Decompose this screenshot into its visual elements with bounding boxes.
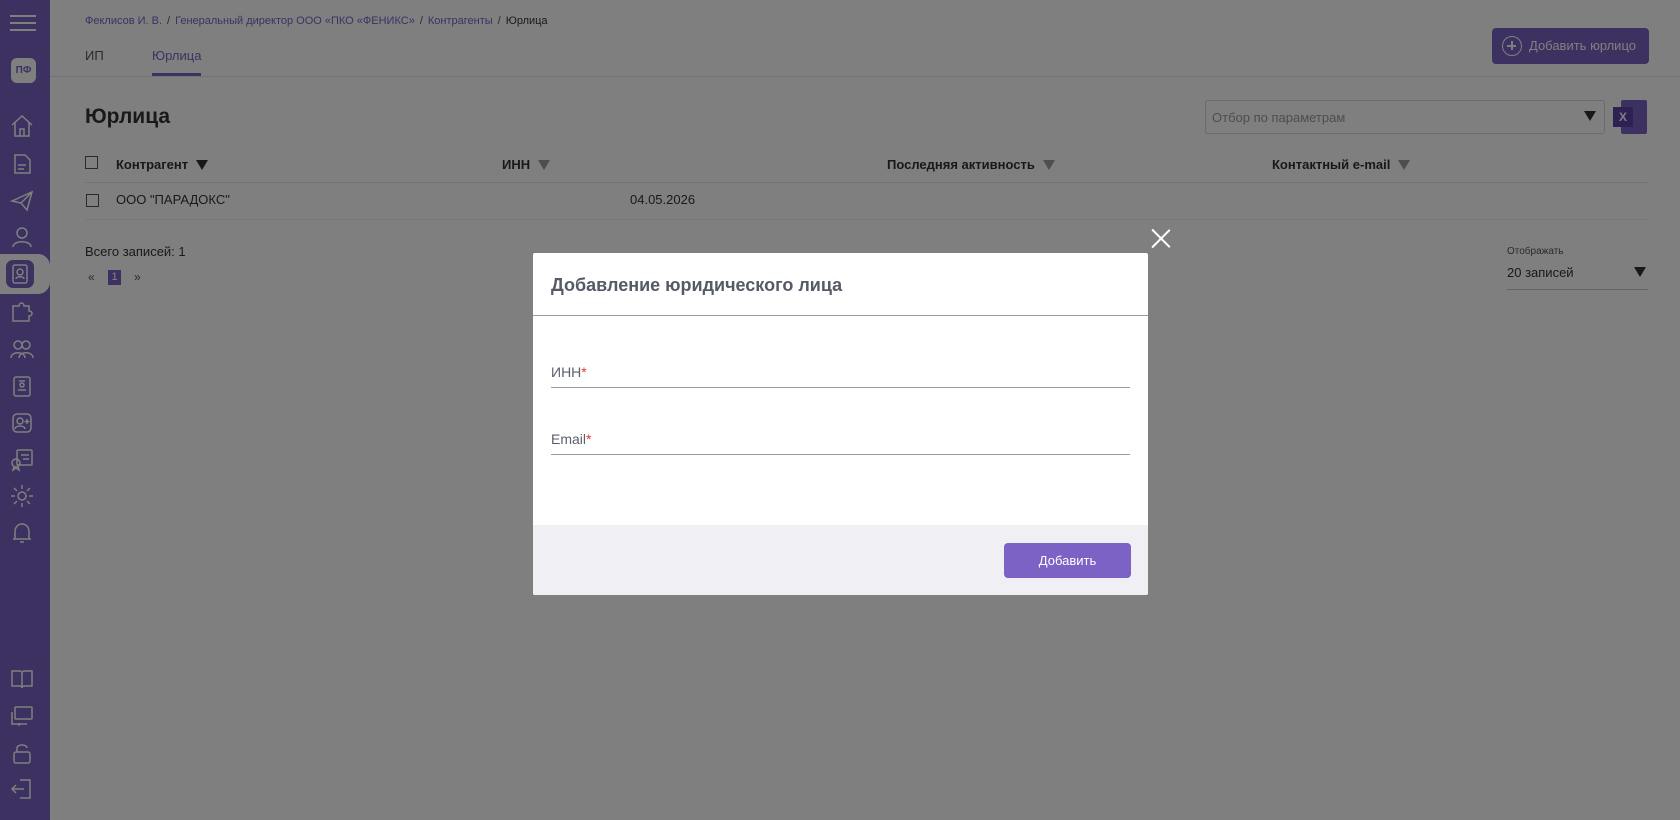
add-legal-entity-dialog: Добавление юридического лица ИНН* Email*… (533, 253, 1148, 595)
modal-header: Добавление юридического лица (533, 253, 1148, 316)
email-input[interactable] (551, 425, 1130, 454)
inn-input[interactable] (551, 358, 1130, 387)
email-field[interactable]: Email* (551, 425, 1130, 455)
close-icon[interactable] (1150, 228, 1172, 250)
inn-field[interactable]: ИНН* (551, 358, 1130, 388)
add-button[interactable]: Добавить (1004, 543, 1131, 578)
modal-footer: Добавить (533, 525, 1148, 595)
modal-title: Добавление юридического лица (551, 275, 843, 295)
